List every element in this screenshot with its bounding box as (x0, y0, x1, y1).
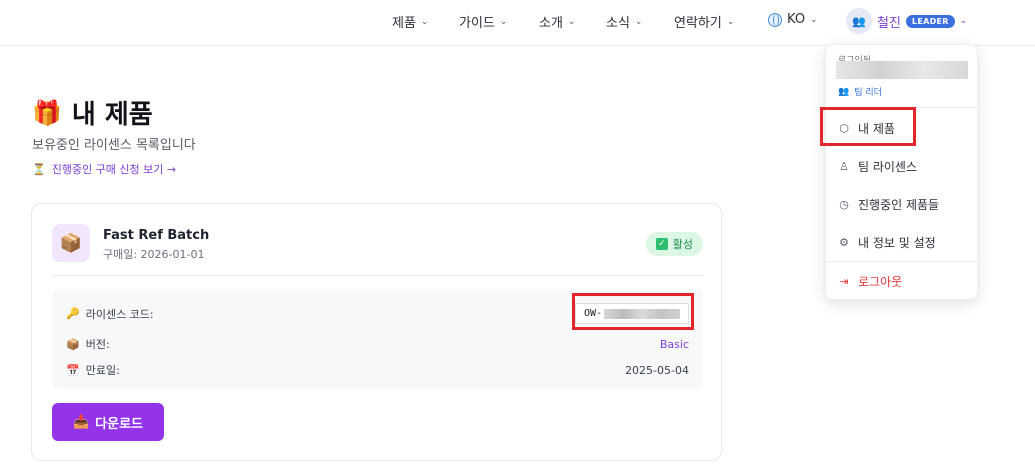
chevron-down-icon: ⌄ (567, 16, 576, 27)
user-role-label: 팀 리더 (854, 88, 882, 98)
status-label: 활성 (672, 238, 693, 251)
chevron-down-icon: ⌄ (959, 16, 968, 26)
menu-item-logout[interactable]: ⇥ 로그아웃 (838, 273, 902, 290)
leader-badge: LEADER (905, 14, 955, 28)
product-card: 📦 Fast Ref Batch 구매일: 2026-01-01 ✓ 활성 🔑 … (31, 203, 722, 461)
nav-contact[interactable]: 연락하기 ⌄ (674, 12, 734, 31)
license-code-prefix: OW- (583, 308, 602, 319)
package-icon: 📦 (52, 224, 90, 262)
expiry-row: 📅 만료일: 2025-05-04 (66, 362, 689, 378)
chevron-down-icon: ⌄ (726, 16, 735, 27)
menu-item-label: 팀 라이센스 (858, 160, 918, 174)
divider (826, 107, 977, 108)
version-value: Basic (659, 337, 689, 351)
menu-item-pending-products[interactable]: ◷ 진행중인 제품들 (838, 196, 939, 213)
user-name: 철진 (877, 15, 901, 31)
license-code-label: 라이센스 코드: (85, 307, 154, 321)
menu-item-label: 내 제품 (858, 122, 895, 136)
nav-contact-label: 연락하기 (674, 16, 722, 31)
user-menu-toggle[interactable]: 👥 철진 LEADER ⌄ (846, 8, 967, 34)
nav-news[interactable]: 소식 ⌄ (606, 12, 642, 31)
license-code-row: 🔑 라이센스 코드: OW- (66, 303, 689, 324)
license-code-value[interactable]: OW- (574, 303, 689, 324)
expiry-value: 2025-05-04 (625, 363, 689, 377)
redacted-email (836, 61, 968, 79)
logout-icon: ⇥ (839, 275, 849, 288)
gear-icon: ⚙ (839, 236, 849, 249)
nav-products[interactable]: 제품 ⌄ (392, 12, 428, 31)
team-icon: 👥 (838, 86, 850, 97)
pending-link-label: 진행중인 구매 신청 보기 → (51, 163, 177, 176)
version-label-group: 📦 버전: (66, 336, 110, 352)
menu-item-label: 내 정보 및 설정 (858, 236, 936, 250)
redacted-text (604, 308, 680, 319)
nav-guide-label: 가이드 (459, 16, 495, 31)
expiry-label-group: 📅 만료일: (66, 362, 120, 378)
chevron-down-icon: ⌄ (634, 16, 643, 27)
user-role: 👥 팀 리더 (838, 85, 882, 99)
expiry-label: 만료일: (85, 364, 120, 377)
team-icon: ♙ (839, 160, 849, 173)
divider (52, 275, 703, 276)
nav-products-label: 제품 (392, 16, 416, 31)
language-selector[interactable]: KO ⌄ (768, 12, 818, 27)
gift-icon: 🎁 (32, 98, 62, 127)
version-row: 📦 버전: Basic (66, 336, 689, 352)
menu-item-my-products[interactable]: ⬡ 내 제품 (838, 120, 895, 137)
download-icon: 📥 (72, 414, 90, 430)
pending-purchases-link[interactable]: ⏳ 진행중인 구매 신청 보기 → (32, 161, 176, 177)
purchase-date: 구매일: 2026-01-01 (103, 248, 205, 261)
product-name: Fast Ref Batch (103, 228, 210, 243)
cube-icon: ⬡ (839, 122, 849, 135)
status-badge: ✓ 활성 (645, 232, 703, 256)
page-title-text: 내 제품 (71, 100, 153, 130)
page-title: 🎁 내 제품 (32, 94, 153, 131)
user-avatar-icon: 👥 (846, 8, 872, 34)
key-icon: 🔑 (66, 307, 80, 320)
language-label: KO (787, 12, 806, 27)
hourglass-icon: ⏳ (32, 162, 46, 176)
top-navbar: 제품 ⌄ 가이드 ⌄ 소개 ⌄ 소식 ⌄ 연락하기 ⌄ KO ⌄ 👥 철진 LE… (0, 0, 1035, 46)
logout-label: 로그아웃 (858, 275, 903, 289)
chevron-down-icon: ⌄ (810, 14, 818, 25)
chevron-down-icon: ⌄ (499, 16, 508, 27)
divider (826, 261, 977, 262)
page-subtitle: 보유중인 라이센스 목록입니다 (32, 138, 196, 153)
calendar-icon: 📅 (66, 363, 80, 377)
download-button[interactable]: 📥 다운로드 (52, 403, 164, 441)
license-details: 🔑 라이센스 코드: OW- 📦 버전: Basic 📅 만료일: 2025-0… (52, 289, 703, 389)
globe-icon (768, 12, 782, 27)
license-code-label-group: 🔑 라이센스 코드: (66, 306, 154, 322)
nav-guide[interactable]: 가이드 ⌄ (459, 12, 507, 31)
version-label: 버전: (85, 338, 110, 351)
chevron-down-icon: ⌄ (420, 16, 429, 27)
check-icon: ✓ (655, 238, 668, 250)
package-icon: 📦 (66, 337, 80, 351)
menu-item-team-license[interactable]: ♙ 팀 라이센스 (838, 158, 917, 175)
user-dropdown-menu: 로그인됨 👥 팀 리더 ⬡ 내 제품 ♙ 팀 라이센스 ◷ 진행중인 제품들 ⚙… (825, 44, 978, 300)
nav-about[interactable]: 소개 ⌄ (539, 12, 575, 31)
nav-about-label: 소개 (539, 16, 563, 31)
clock-icon: ◷ (839, 198, 849, 211)
nav-news-label: 소식 (606, 16, 630, 31)
menu-item-settings[interactable]: ⚙ 내 정보 및 설정 (838, 234, 936, 251)
menu-item-label: 진행중인 제품들 (858, 198, 940, 212)
download-label: 다운로드 (95, 416, 144, 432)
